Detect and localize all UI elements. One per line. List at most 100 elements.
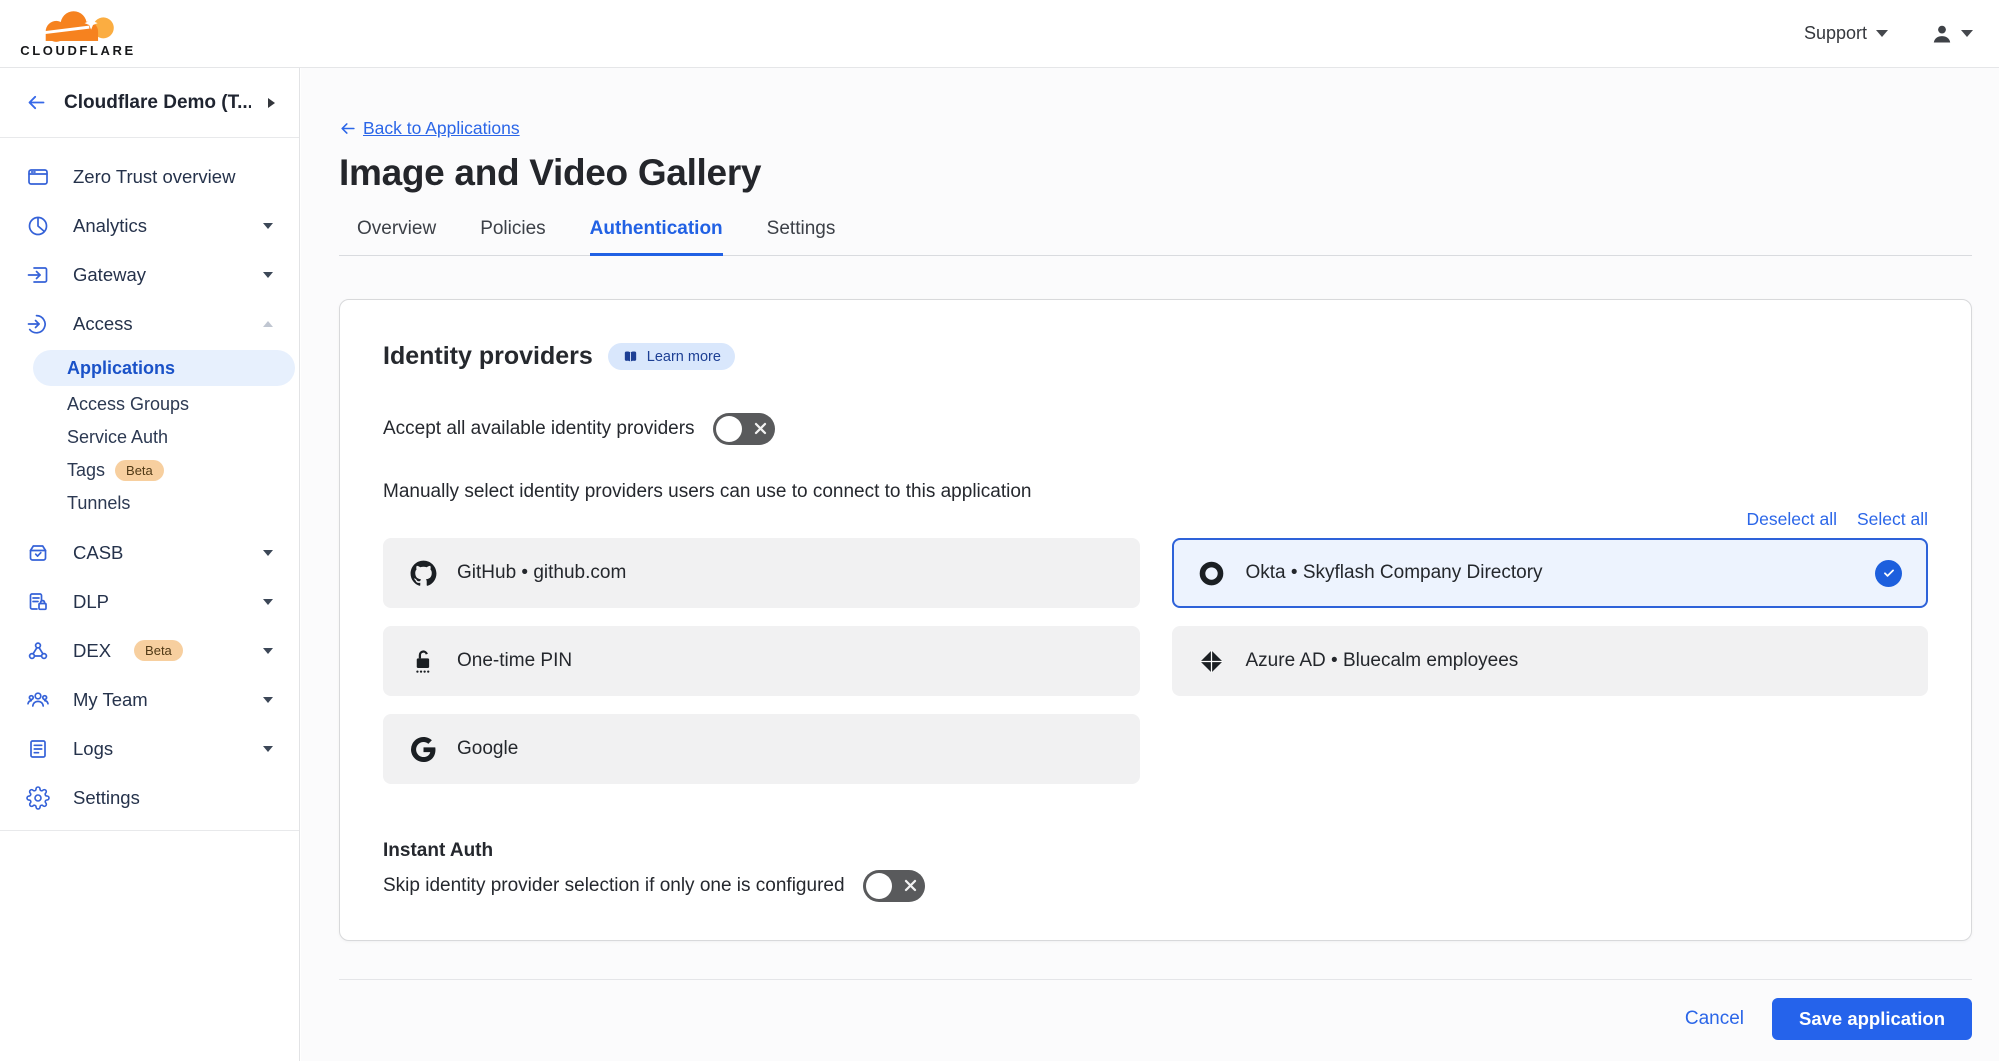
cloudflare-logo-text: CLOUDFLARE xyxy=(20,43,136,58)
tab-bar: Overview Policies Authentication Setting… xyxy=(339,218,1972,256)
beta-badge: Beta xyxy=(115,460,164,481)
learn-more-label: Learn more xyxy=(647,349,721,365)
beta-badge: Beta xyxy=(134,640,183,661)
provider-label: Google xyxy=(457,738,518,760)
sidebar-item-access-groups[interactable]: Access Groups xyxy=(0,388,299,421)
account-menu[interactable] xyxy=(1930,22,1973,46)
deselect-all-link[interactable]: Deselect all xyxy=(1747,509,1837,530)
access-login-icon xyxy=(26,312,50,336)
sidebar-item-tunnels[interactable]: Tunnels xyxy=(0,487,299,520)
sidebar-item-label: Gateway xyxy=(73,264,146,286)
cancel-button[interactable]: Cancel xyxy=(1685,1008,1744,1030)
sidebar-item-applications[interactable]: Applications xyxy=(33,350,295,386)
sidebar-item-label: Logs xyxy=(73,738,113,760)
dex-network-icon xyxy=(26,639,50,663)
tab-policies[interactable]: Policies xyxy=(480,218,545,256)
top-bar: CLOUDFLARE Support xyxy=(0,0,1999,68)
back-arrow-icon[interactable] xyxy=(26,92,47,113)
back-link-label: Back to Applications xyxy=(363,118,520,139)
support-menu[interactable]: Support xyxy=(1804,23,1888,44)
tab-overview[interactable]: Overview xyxy=(357,218,436,256)
accept-all-label: Accept all available identity providers xyxy=(383,418,695,440)
user-icon xyxy=(1930,22,1954,46)
sidebar: Cloudflare Demo (T... Zero Trust overvie… xyxy=(0,68,300,1061)
expand-right-icon xyxy=(268,98,275,108)
toggle-knob xyxy=(716,416,742,442)
provider-tile-one-time-pin[interactable]: One-time PIN xyxy=(383,626,1140,696)
analytics-pie-icon xyxy=(26,214,50,238)
save-application-button[interactable]: Save application xyxy=(1772,998,1972,1040)
provider-tile-google[interactable]: Google xyxy=(383,714,1140,784)
chevron-down-icon xyxy=(263,272,273,278)
sidebar-item-label: Analytics xyxy=(73,215,147,237)
main-content: Back to Applications Image and Video Gal… xyxy=(301,68,1999,1061)
sidebar-item-access[interactable]: Access xyxy=(0,299,299,348)
back-to-applications-link[interactable]: Back to Applications xyxy=(339,118,520,139)
manual-select-text: Manually select identity providers users… xyxy=(383,481,1928,503)
provider-label: One-time PIN xyxy=(457,650,572,672)
sidebar-nav: Zero Trust overview Analytics Gateway Ac… xyxy=(0,138,299,831)
dlp-doc-lock-icon xyxy=(26,590,50,614)
chevron-down-icon xyxy=(263,697,273,703)
gear-icon xyxy=(26,786,50,810)
support-label: Support xyxy=(1804,23,1867,44)
select-all-link[interactable]: Select all xyxy=(1857,509,1928,530)
skip-selection-label: Skip identity provider selection if only… xyxy=(383,875,845,897)
sidebar-item-service-auth[interactable]: Service Auth xyxy=(0,421,299,454)
page-title: Image and Video Gallery xyxy=(339,152,1972,194)
sidebar-item-label: Settings xyxy=(73,787,140,809)
chevron-down-icon xyxy=(1961,30,1973,37)
tab-authentication[interactable]: Authentication xyxy=(590,218,723,256)
provider-tile-github[interactable]: GitHub • github.com xyxy=(383,538,1140,608)
sidebar-item-casb[interactable]: CASB xyxy=(0,528,299,577)
team-people-icon xyxy=(26,688,50,712)
sidebar-item-logs[interactable]: Logs xyxy=(0,724,299,773)
chevron-down-icon xyxy=(1876,30,1888,37)
okta-icon xyxy=(1198,560,1226,587)
provider-tile-azure-ad[interactable]: Azure AD • Bluecalm employees xyxy=(1172,626,1929,696)
chevron-down-icon xyxy=(263,550,273,556)
sidebar-item-label: DLP xyxy=(73,591,109,613)
sidebar-item-label: My Team xyxy=(73,689,148,711)
one-time-pin-icon xyxy=(409,648,437,675)
sidebar-item-my-team[interactable]: My Team xyxy=(0,675,299,724)
sidebar-item-label: CASB xyxy=(73,542,123,564)
instant-auth-heading: Instant Auth xyxy=(383,840,1928,862)
gateway-icon xyxy=(26,263,50,287)
sidebar-item-tags[interactable]: Tags Beta xyxy=(0,454,299,487)
sidebar-item-label: Applications xyxy=(67,358,175,379)
cloudflare-logo: CLOUDFLARE xyxy=(14,9,142,58)
sidebar-item-gateway[interactable]: Gateway xyxy=(0,250,299,299)
sidebar-item-label: DEX xyxy=(73,640,111,662)
sidebar-item-label: Service Auth xyxy=(67,427,168,448)
sidebar-item-analytics[interactable]: Analytics xyxy=(0,201,299,250)
tab-settings[interactable]: Settings xyxy=(767,218,836,256)
provider-label: Azure AD • Bluecalm employees xyxy=(1246,650,1519,672)
chevron-down-icon xyxy=(263,599,273,605)
learn-more-badge[interactable]: Learn more xyxy=(608,343,735,370)
sidebar-item-label: Tags xyxy=(67,460,105,481)
github-icon xyxy=(409,560,437,587)
provider-tile-okta[interactable]: Okta • Skyflash Company Directory xyxy=(1172,538,1929,608)
toggle-knob xyxy=(866,873,892,899)
chevron-down-icon xyxy=(263,746,273,752)
google-icon xyxy=(409,737,437,762)
sidebar-item-settings[interactable]: Settings xyxy=(0,773,299,822)
skip-selection-toggle[interactable] xyxy=(863,870,925,902)
sidebar-item-dex[interactable]: DEX Beta xyxy=(0,626,299,675)
overview-window-icon xyxy=(26,165,50,189)
footer-divider xyxy=(339,979,1972,980)
sidebar-item-label: Tunnels xyxy=(67,493,130,514)
sidebar-item-dlp[interactable]: DLP xyxy=(0,577,299,626)
book-icon xyxy=(622,348,639,365)
account-name: Cloudflare Demo (T... xyxy=(64,92,251,114)
sidebar-item-label: Access Groups xyxy=(67,394,189,415)
logs-document-icon xyxy=(26,737,50,761)
sidebar-item-zero-trust-overview[interactable]: Zero Trust overview xyxy=(0,152,299,201)
sidebar-item-label: Access xyxy=(73,313,133,335)
accept-all-toggle[interactable] xyxy=(713,413,775,445)
casb-box-check-icon xyxy=(26,541,50,565)
account-switcher[interactable]: Cloudflare Demo (T... xyxy=(0,68,299,138)
back-arrow-icon xyxy=(339,120,356,137)
identity-providers-card: Identity providers Learn more Accept all… xyxy=(339,299,1972,941)
